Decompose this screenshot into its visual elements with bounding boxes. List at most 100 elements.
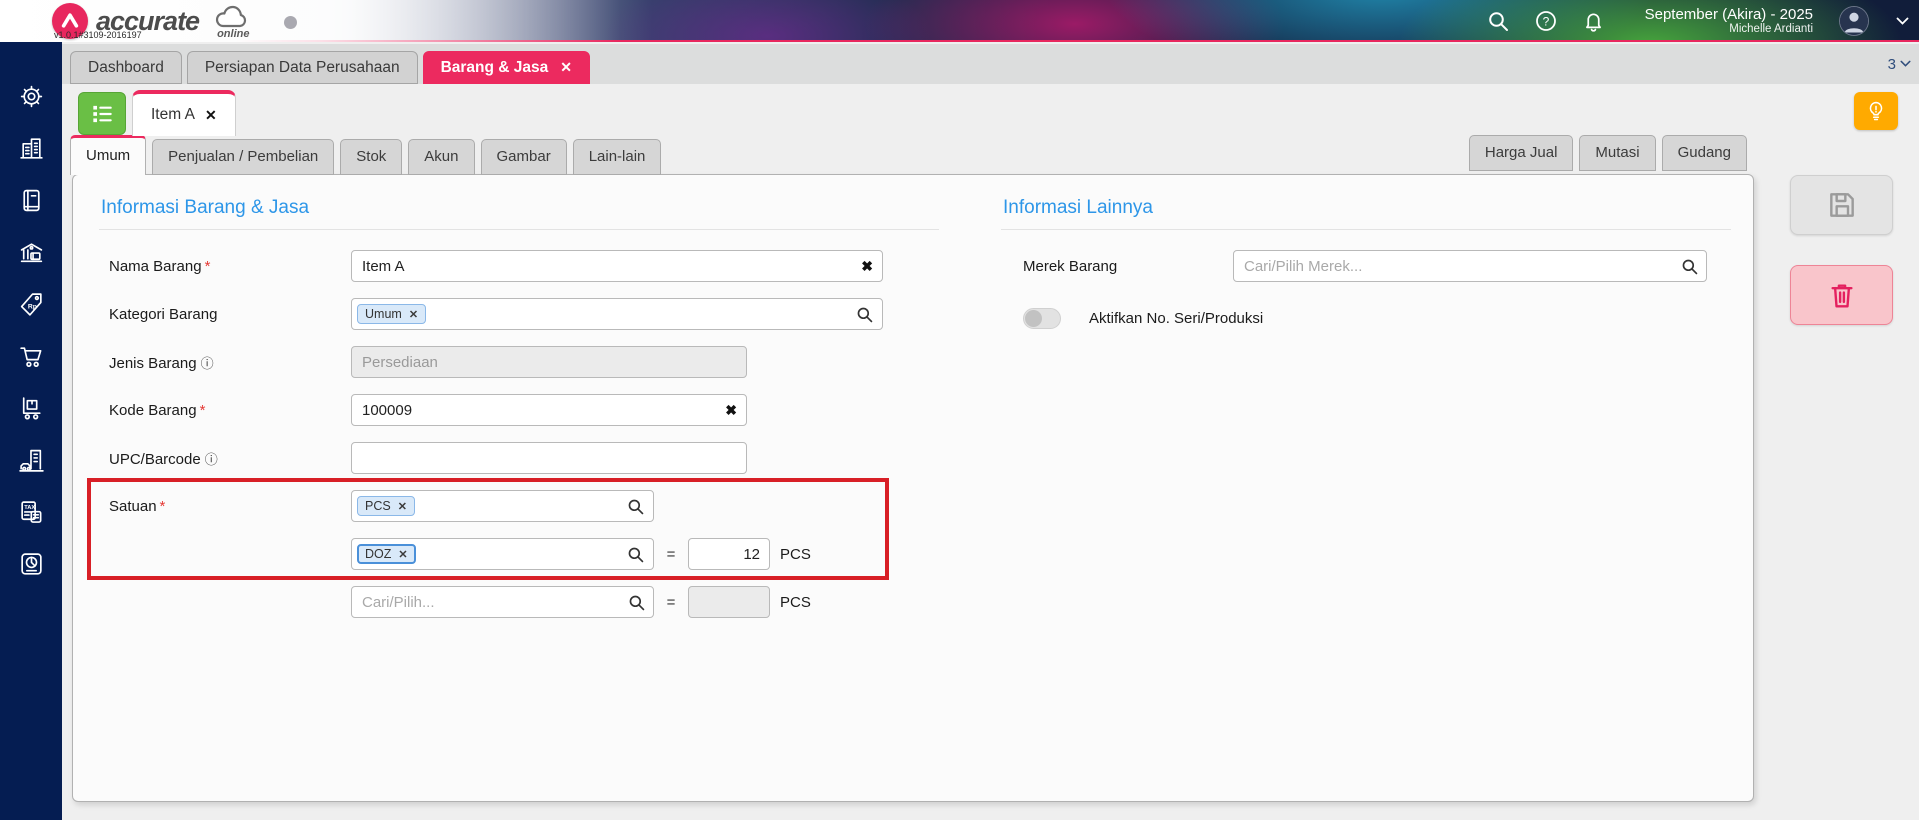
sidebar-item-fixed-assets[interactable]: [0, 434, 62, 486]
tab-stok[interactable]: Stok: [340, 139, 403, 175]
field-jenis-barang: Jenis Barang ⓘ: [99, 346, 939, 378]
delete-button[interactable]: [1790, 265, 1893, 325]
kode-barang-input[interactable]: [351, 394, 747, 426]
search-icon[interactable]: [1487, 10, 1509, 32]
merek-barang-input[interactable]: [1233, 250, 1707, 282]
nama-barang-label: Nama Barang *: [109, 257, 211, 275]
chevron-down-icon: [1900, 60, 1911, 67]
item-form-panel: Informasi Barang & Jasa Nama Barang* ✖ K…: [72, 174, 1754, 802]
clear-input-icon[interactable]: ✖: [861, 258, 873, 275]
tab-umum[interactable]: Umum: [70, 135, 147, 175]
sidebar-item-inventory[interactable]: [0, 382, 62, 434]
kategori-chip: Umum ✕: [357, 304, 427, 324]
satuan-3-search-input[interactable]: [351, 586, 654, 618]
close-item-tab-icon[interactable]: ✕: [205, 107, 217, 124]
merek-barang-label: Merek Barang: [1023, 257, 1118, 275]
active-period: September (Akira) - 2025: [1644, 5, 1813, 23]
price-tag-rp-icon: Rp: [20, 292, 42, 316]
sidebar-item-settings[interactable]: [0, 70, 62, 122]
tab-barang-jasa[interactable]: Barang & Jasa ✕: [422, 51, 591, 84]
field-satuan-row-2: DOZ ✕ = PCS: [99, 538, 939, 570]
company-buildings-icon: [19, 137, 43, 159]
serial-number-toggle[interactable]: [1023, 307, 1061, 329]
tab-harga-jual[interactable]: Harga Jual: [1468, 135, 1574, 171]
equals-sign: =: [666, 545, 676, 563]
tips-bulb-icon: [1869, 101, 1883, 121]
field-satuan-row-1: Satuan * PCS ✕: [99, 490, 939, 522]
save-button[interactable]: [1790, 175, 1893, 235]
kategori-barang-label: Kategori Barang: [109, 305, 218, 323]
section-title: Informasi Barang & Jasa: [99, 191, 939, 230]
kategori-barang-select[interactable]: Umum ✕: [351, 298, 883, 330]
sidebar-item-tax[interactable]: TAX: [0, 486, 62, 538]
field-kategori-barang: Kategori Barang Umum ✕: [99, 298, 939, 330]
brand-subtitle: online: [217, 28, 250, 40]
satuan-2-ratio-input[interactable]: [688, 538, 770, 570]
chevron-down-icon[interactable]: [1895, 10, 1909, 32]
search-icon[interactable]: [627, 498, 644, 515]
satuan-1-chip: PCS ✕: [357, 496, 415, 516]
tab-overflow-counter[interactable]: 3: [1888, 44, 1911, 84]
satuan-2-select[interactable]: DOZ ✕: [351, 538, 654, 570]
remove-chip-icon[interactable]: ✕: [398, 548, 407, 561]
item-list-icon: [93, 105, 112, 122]
serial-toggle-label: Aktifkan No. Seri/Produksi: [1089, 309, 1264, 327]
nama-barang-input[interactable]: [351, 250, 883, 282]
avatar[interactable]: [1839, 6, 1869, 36]
tips-button[interactable]: [1854, 92, 1898, 130]
app-version: v1.0.1#3109-2016197: [54, 30, 142, 40]
remove-chip-icon[interactable]: ✕: [398, 500, 407, 513]
jenis-barang-input: [351, 346, 747, 378]
field-kode-barang: Kode Barang* ✖: [99, 394, 939, 426]
search-icon[interactable]: [627, 546, 644, 563]
tab-mutasi[interactable]: Mutasi: [1579, 135, 1656, 171]
svg-text:?: ?: [1542, 14, 1549, 28]
clear-input-icon[interactable]: ✖: [725, 402, 737, 419]
tab-gudang[interactable]: Gudang: [1661, 135, 1747, 171]
section-title: Informasi Lainnya: [1001, 191, 1731, 230]
satuan-1-select[interactable]: PCS ✕: [351, 490, 654, 522]
report-chart-icon: [20, 552, 42, 575]
sidebar-item-journal[interactable]: [0, 174, 62, 226]
form-tab-group-left: Umum Penjualan / Pembelian Stok Akun Gam…: [70, 135, 667, 175]
delivery-trolley-icon: [22, 396, 41, 420]
section-informasi-lainnya: Informasi Lainnya Merek Barang Aktifkan …: [1001, 191, 1731, 350]
notification-bell-icon[interactable]: [1583, 10, 1605, 32]
search-icon[interactable]: [856, 306, 873, 323]
sidebar-item-company[interactable]: [0, 122, 62, 174]
header-actions: ? September (Akira) - 2025 Michelle Ardi…: [1487, 0, 1909, 42]
kode-barang-label: Kode Barang *: [109, 401, 206, 419]
app-header: accurate online v1.0.1#3109-2016197 ? Se…: [0, 0, 1919, 42]
help-icon[interactable]: ?: [1535, 10, 1557, 32]
sidebar-item-sales-purchase[interactable]: [0, 330, 62, 382]
tab-akun[interactable]: Akun: [408, 139, 475, 175]
tab-penjualan-pembelian[interactable]: Penjualan / Pembelian: [152, 139, 335, 175]
tab-gambar[interactable]: Gambar: [480, 139, 567, 175]
search-icon[interactable]: [628, 594, 645, 611]
dot-decoration: [284, 16, 297, 29]
sidebar-item-reports[interactable]: [0, 538, 62, 590]
search-icon[interactable]: [1681, 258, 1698, 275]
user-info[interactable]: September (Akira) - 2025 Michelle Ardian…: [1645, 6, 1813, 36]
remove-chip-icon[interactable]: ✕: [409, 308, 418, 321]
field-upc-barcode: UPC/Barcode ⓘ: [99, 442, 939, 474]
satuan-3-base-unit: PCS: [780, 593, 811, 611]
satuan-label: Satuan *: [109, 497, 166, 515]
tab-item-a[interactable]: Item A ✕: [132, 90, 236, 136]
sidebar-item-pricing[interactable]: Rp: [0, 278, 62, 330]
field-nama-barang: Nama Barang* ✖: [99, 250, 939, 282]
item-list-button[interactable]: [78, 92, 126, 135]
journal-book-icon: [22, 189, 40, 211]
close-tab-icon[interactable]: ✕: [560, 52, 572, 83]
tab-barang-jasa-label: Barang & Jasa: [440, 59, 549, 76]
fixed-asset-icon: [18, 449, 44, 472]
tab-persiapan-data-perusahaan[interactable]: Persiapan Data Perusahaan: [186, 51, 418, 84]
delete-trash-icon: [1830, 284, 1853, 308]
sidebar-item-cash-bank[interactable]: [0, 226, 62, 278]
upc-barcode-input[interactable]: [351, 442, 747, 474]
tab-dashboard[interactable]: Dashboard: [70, 51, 182, 84]
tab-lain-lain[interactable]: Lain-lain: [572, 139, 662, 175]
settings-gear-icon: [20, 85, 42, 107]
shopping-cart-icon: [19, 346, 41, 367]
save-disk-icon: [1829, 193, 1854, 217]
